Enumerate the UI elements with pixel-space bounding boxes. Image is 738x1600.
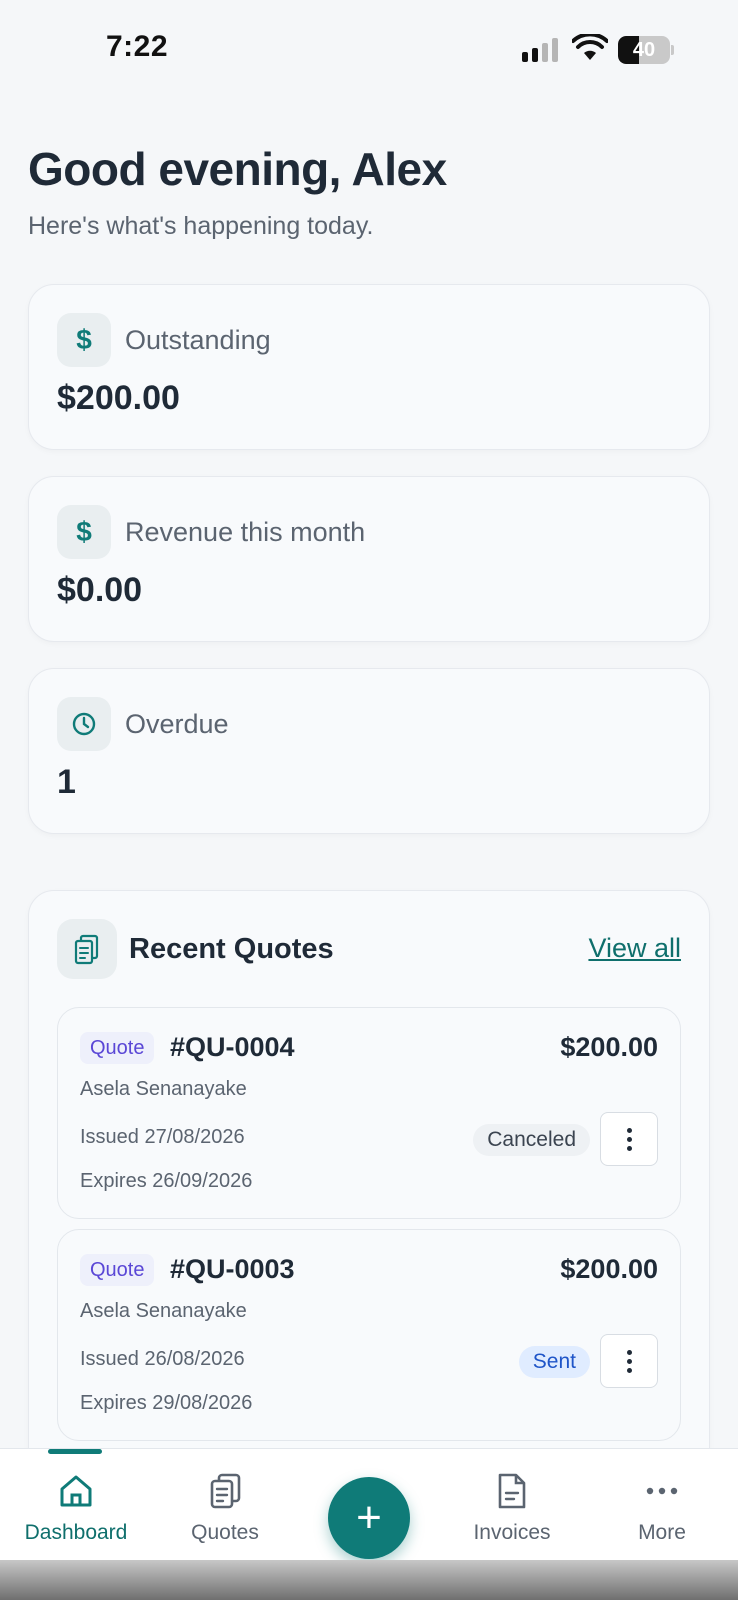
- recent-quotes-card: Recent Quotes View all Quote #QU-0004 $2…: [28, 890, 710, 1490]
- ellipsis-icon: [646, 1487, 678, 1495]
- nav-label: Invoices: [473, 1521, 551, 1544]
- wifi-icon: [572, 34, 608, 60]
- dashboard-screen: 7:22 40 Good evening, Alex Here's what's…: [0, 0, 738, 1600]
- stat-label: Overdue: [125, 709, 229, 739]
- kebab-dot: [626, 1136, 632, 1142]
- kebab-dot: [626, 1145, 632, 1151]
- quote-client: Asela Senanayake: [80, 1078, 247, 1100]
- quote-amount: $200.00: [560, 1254, 658, 1284]
- stat-label: Outstanding: [125, 325, 271, 355]
- nav-label: Quotes: [191, 1521, 259, 1544]
- stat-card-revenue[interactable]: $ Revenue this month $0.00: [28, 476, 710, 642]
- clipboard-icon: [57, 919, 117, 979]
- quote-list-item[interactable]: Quote #QU-0004 $200.00 Asela Senanayake …: [57, 1007, 681, 1219]
- active-tab-indicator: [48, 1449, 102, 1454]
- nav-invoices[interactable]: Invoices: [442, 1471, 582, 1545]
- status-badge: Sent: [518, 1346, 590, 1378]
- cellular-signal-icon: [522, 38, 558, 62]
- quote-issued-date: Issued 27/08/2026: [80, 1126, 245, 1148]
- clipboard-icon: [210, 1473, 241, 1509]
- kebab-dot: [626, 1358, 632, 1364]
- quote-actions-button[interactable]: [600, 1334, 658, 1388]
- quote-type-badge: Quote: [80, 1032, 155, 1064]
- clock-icon: [57, 697, 111, 751]
- quote-expiry-date: Expires 26/09/2026: [80, 1170, 253, 1192]
- battery-icon: 40: [618, 36, 674, 64]
- status-bar: 7:22 40: [0, 0, 738, 100]
- status-time: 7:22: [106, 30, 169, 63]
- quote-amount: $200.00: [560, 1032, 658, 1062]
- quote-client: Asela Senanayake: [80, 1300, 247, 1322]
- stat-value: 1: [57, 763, 76, 801]
- stat-label: Revenue this month: [125, 517, 366, 547]
- document-icon: [498, 1473, 526, 1509]
- quote-number: #QU-0004: [170, 1032, 295, 1062]
- quote-type-badge: Quote: [80, 1254, 155, 1286]
- quote-number: #QU-0003: [170, 1254, 295, 1284]
- system-home-area: [0, 1560, 738, 1600]
- battery-percentage: 40: [632, 39, 656, 61]
- kebab-dot: [626, 1349, 632, 1355]
- nav-quotes[interactable]: Quotes: [155, 1471, 295, 1545]
- stat-value: $200.00: [57, 379, 180, 417]
- status-badge: Canceled: [473, 1124, 590, 1156]
- page-subtitle: Here's what's happening today.: [28, 212, 374, 240]
- stat-value: $0.00: [57, 571, 143, 609]
- nav-label: Dashboard: [24, 1521, 128, 1544]
- stat-card-overdue[interactable]: Overdue 1: [28, 668, 710, 834]
- kebab-dot: [626, 1367, 632, 1373]
- recent-quotes-title: Recent Quotes: [129, 933, 334, 965]
- nav-dashboard[interactable]: Dashboard: [6, 1471, 146, 1545]
- home-icon: [60, 1475, 92, 1507]
- view-all-link[interactable]: View all: [588, 933, 681, 964]
- nav-more[interactable]: More: [592, 1471, 732, 1545]
- quote-actions-button[interactable]: [600, 1112, 658, 1166]
- page-title: Good evening, Alex: [28, 143, 447, 195]
- kebab-dot: [626, 1127, 632, 1133]
- dollar-icon: $: [57, 313, 111, 367]
- quote-list-item[interactable]: Quote #QU-0003 $200.00 Asela Senanayake …: [57, 1229, 681, 1441]
- quote-issued-date: Issued 26/08/2026: [80, 1348, 245, 1370]
- stat-card-outstanding[interactable]: $ Outstanding $200.00: [28, 284, 710, 450]
- nav-label: More: [638, 1521, 686, 1544]
- dollar-icon: $: [57, 505, 111, 559]
- quote-expiry-date: Expires 29/08/2026: [80, 1392, 253, 1414]
- add-button[interactable]: +: [328, 1477, 410, 1559]
